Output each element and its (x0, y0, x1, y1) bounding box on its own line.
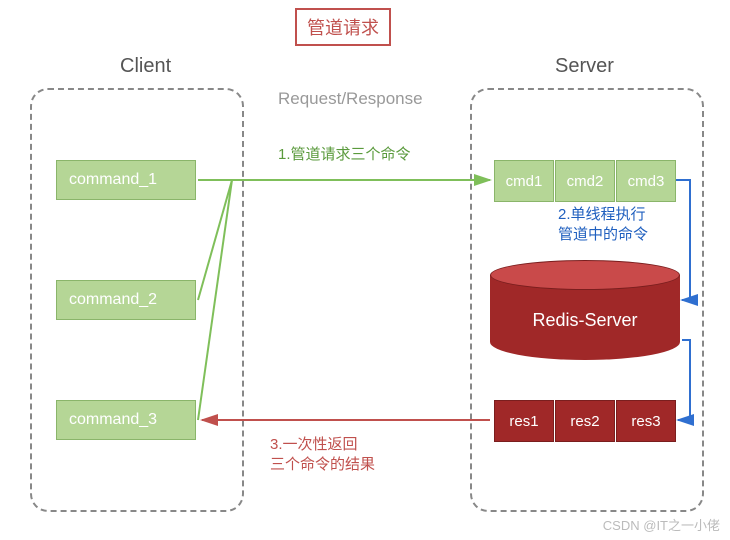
step-1-label: 1.管道请求三个命令 (278, 145, 411, 165)
client-command-1: command_1 (56, 160, 196, 200)
server-res-3: res3 (616, 400, 676, 442)
client-command-3: command_3 (56, 400, 196, 440)
server-cmd-2: cmd2 (555, 160, 615, 202)
server-res-1: res1 (494, 400, 554, 442)
server-header: Server (555, 55, 614, 78)
step-2-label-line2: 管道中的命令 (558, 225, 648, 245)
step-2-label-line1: 2.单线程执行 (558, 205, 646, 225)
diagram-title: 管道请求 (295, 8, 391, 46)
server-res-2: res2 (555, 400, 615, 442)
step-3-label-line2: 三个命令的结果 (270, 455, 375, 475)
client-command-2: command_2 (56, 280, 196, 320)
server-cmd-1: cmd1 (494, 160, 554, 202)
redis-server-cylinder: Redis-Server (490, 260, 680, 360)
step-3-label-line1: 3.一次性返回 (270, 435, 358, 455)
watermark: CSDN @IT之一小佬 (603, 515, 720, 534)
server-cmd-3: cmd3 (616, 160, 676, 202)
client-header: Client (120, 55, 171, 78)
redis-server-label: Redis-Server (490, 310, 680, 331)
request-response-label: Request/Response (278, 88, 423, 110)
